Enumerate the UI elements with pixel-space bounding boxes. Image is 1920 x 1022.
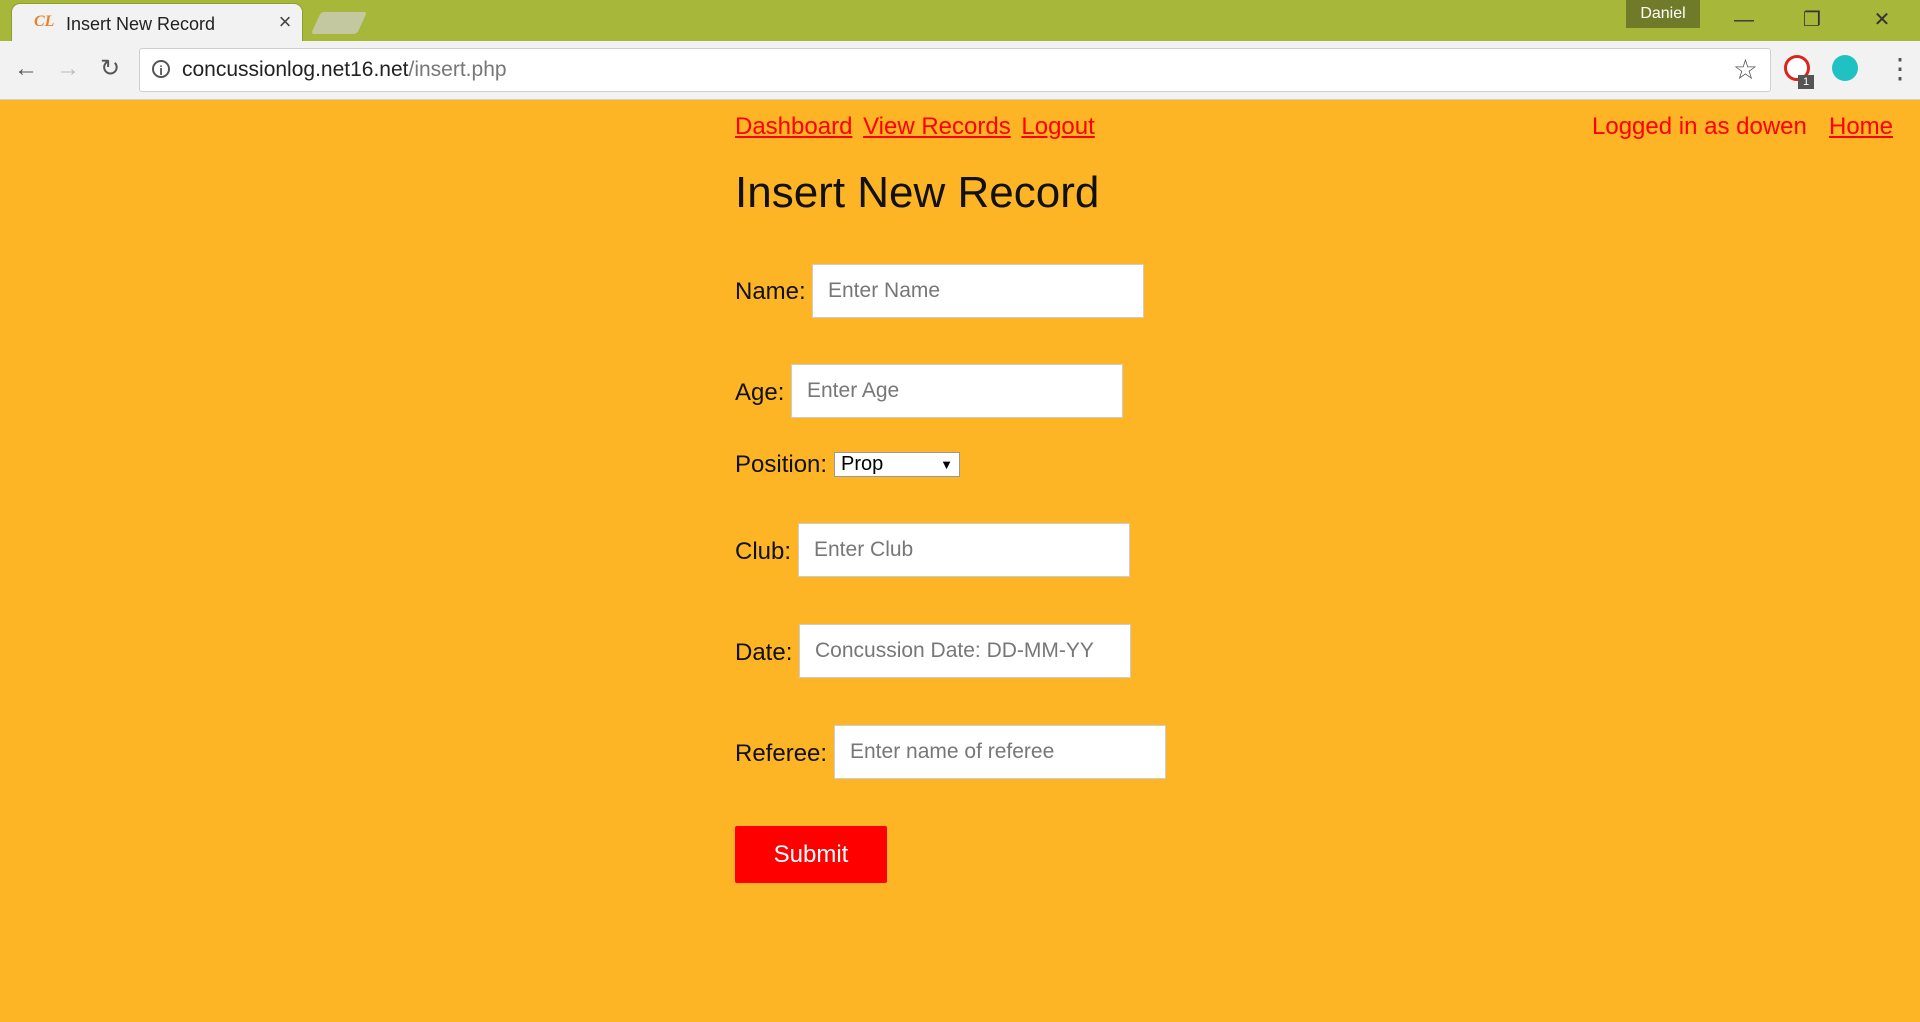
club-input[interactable]	[798, 523, 1130, 577]
favicon-icon: CL	[34, 13, 55, 30]
extension-badge: 1	[1798, 75, 1814, 89]
nav-dashboard-link[interactable]: Dashboard	[735, 113, 852, 140]
top-nav: Dashboard View Records Logout	[735, 113, 1099, 141]
star-icon[interactable]: ☆	[1733, 53, 1758, 86]
info-icon[interactable]: i	[152, 60, 170, 78]
forward-icon[interactable]: →	[52, 53, 84, 85]
close-tab-icon[interactable]: ×	[274, 11, 296, 33]
back-icon[interactable]: ←	[10, 53, 42, 85]
home-link[interactable]: Home	[1829, 113, 1893, 141]
extension-m-icon[interactable]	[1832, 55, 1858, 81]
browser-tab[interactable]: CL Insert New Record ×	[12, 4, 302, 41]
address-bar[interactable]: i concussionlog.net16.net/insert.php ☆	[139, 48, 1771, 92]
age-input[interactable]	[791, 364, 1123, 418]
age-label: Age:	[735, 379, 785, 406]
tab-title: Insert New Record	[66, 14, 216, 34]
profile-button[interactable]: Daniel	[1626, 0, 1700, 28]
name-label: Name:	[735, 278, 806, 305]
nav-logout-link[interactable]: Logout	[1021, 113, 1094, 140]
page-title: Insert New Record	[735, 168, 1100, 217]
logged-in-status: Logged in as dowen	[1592, 113, 1807, 140]
minimize-icon[interactable]: —	[1714, 2, 1774, 38]
referee-label: Referee:	[735, 740, 828, 767]
submit-button[interactable]: Submit	[735, 826, 887, 883]
club-label: Club:	[735, 538, 792, 565]
menu-icon[interactable]: ⋮	[1886, 53, 1914, 85]
url-text[interactable]: concussionlog.net16.net/insert.php	[182, 58, 507, 82]
reload-icon[interactable]: ↻	[94, 53, 126, 85]
date-label: Date:	[735, 639, 793, 666]
dropdown-arrow-icon: ▼	[940, 457, 953, 472]
date-input[interactable]	[799, 624, 1131, 678]
position-label: Position:	[735, 451, 828, 478]
browser-toolbar: ← → ↻ i concussionlog.net16.net/insert.p…	[0, 41, 1920, 100]
name-input[interactable]	[812, 264, 1144, 318]
new-tab-button[interactable]	[310, 12, 368, 34]
referee-input[interactable]	[834, 725, 1166, 779]
nav-view-records-link[interactable]: View Records	[863, 113, 1011, 140]
position-selected-value: Prop	[841, 453, 884, 475]
browser-titlebar: CL Insert New Record × Daniel — ❐ ✕	[0, 0, 1920, 41]
page-body: Dashboard View Records Logout Logged in …	[0, 100, 1920, 1022]
close-window-icon[interactable]: ✕	[1852, 2, 1912, 38]
restore-icon[interactable]: ❐	[1782, 2, 1842, 38]
position-select[interactable]: Prop ▼	[834, 452, 960, 477]
